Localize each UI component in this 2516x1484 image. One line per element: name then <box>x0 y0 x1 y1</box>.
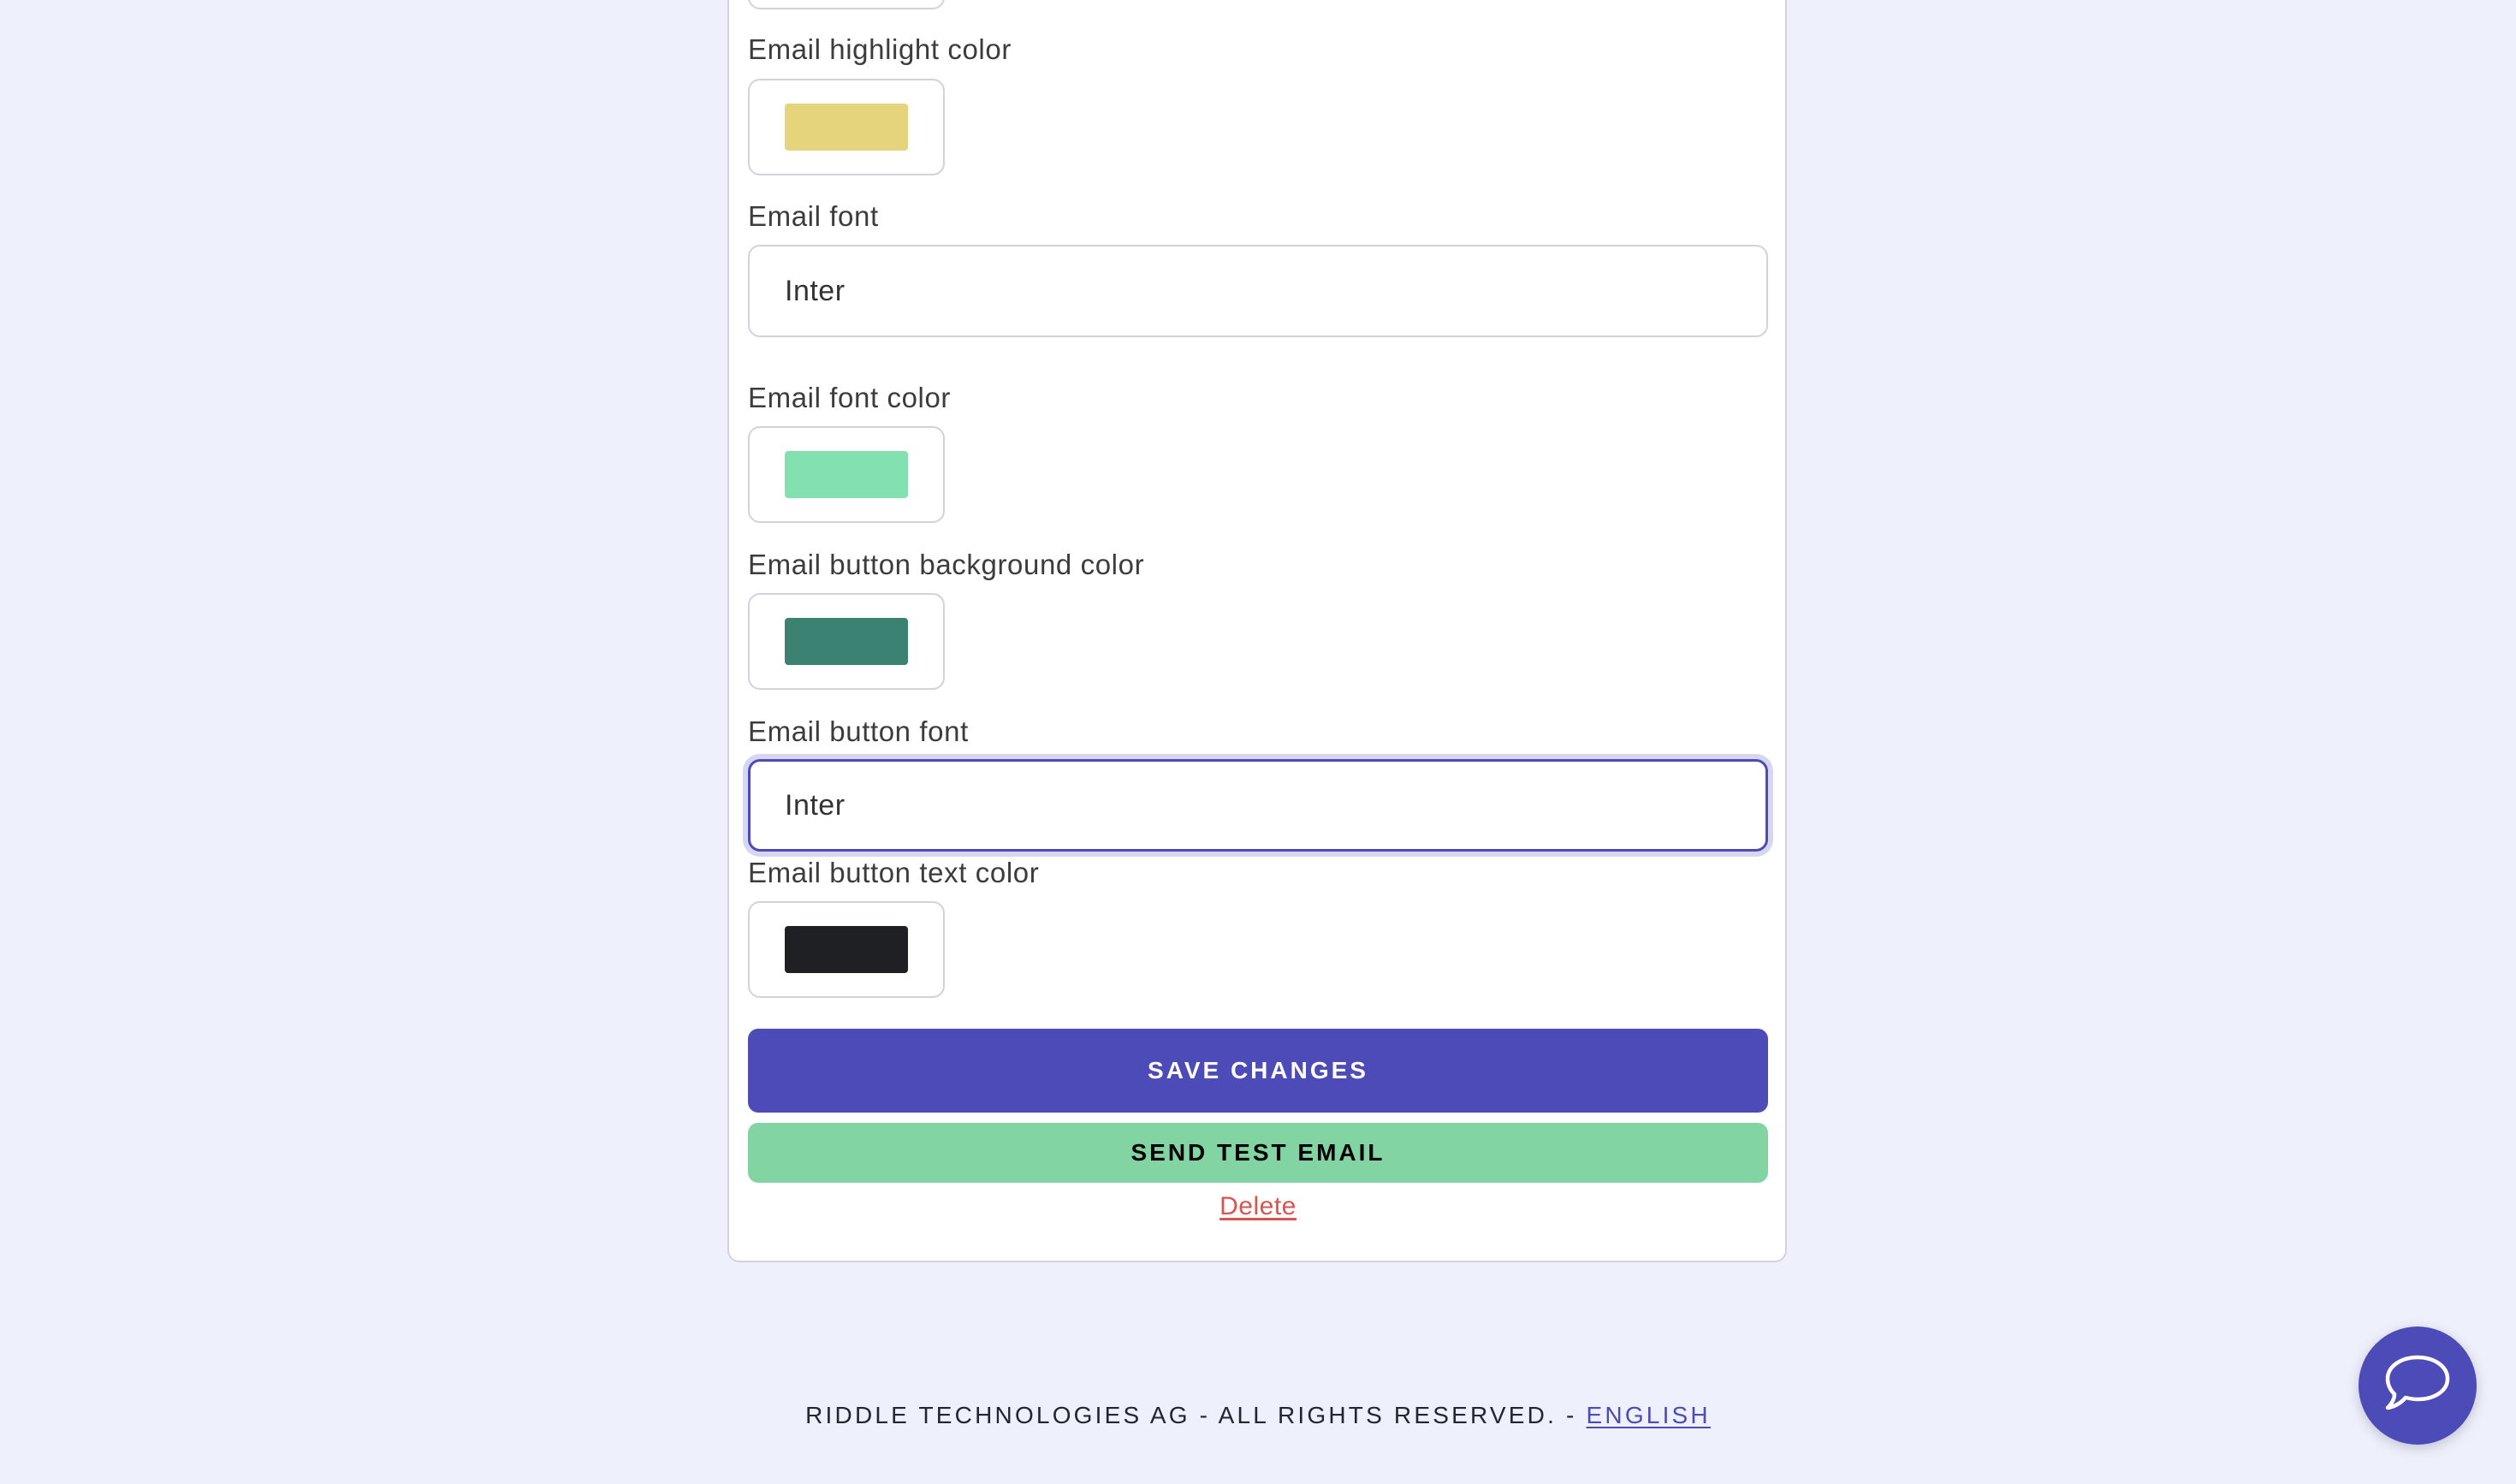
footer-copyright: RIDDLE TECHNOLOGIES AG - ALL RIGHTS RESE… <box>805 1402 1587 1428</box>
footer: RIDDLE TECHNOLOGIES AG - ALL RIGHTS RESE… <box>0 1397 2516 1434</box>
email-button-background-color-picker[interactable] <box>748 593 945 690</box>
language-link[interactable]: ENGLISH <box>1587 1402 1711 1428</box>
email-button-text-color-label: Email button text color <box>748 857 1040 888</box>
email-button-text-color-swatch <box>785 926 908 973</box>
email-highlight-color-swatch <box>785 104 908 151</box>
previous-color-picker[interactable] <box>748 0 945 9</box>
email-font-label: Email font <box>748 200 879 232</box>
email-highlight-color-label: Email highlight color <box>748 33 1012 65</box>
email-button-font-input[interactable] <box>748 759 1768 852</box>
delete-link-container: Delete <box>748 1188 1768 1226</box>
email-font-color-label: Email font color <box>748 382 952 413</box>
email-button-text-color-picker[interactable] <box>748 901 945 998</box>
email-button-background-color-label: Email button background color <box>748 549 1145 580</box>
send-test-email-button[interactable]: SEND TEST EMAIL <box>748 1123 1768 1183</box>
delete-link[interactable]: Delete <box>1219 1192 1297 1220</box>
save-changes-button[interactable]: SAVE CHANGES <box>748 1029 1768 1113</box>
chat-widget-button[interactable] <box>2359 1327 2477 1445</box>
email-button-font-label: Email button font <box>748 715 969 747</box>
email-button-background-color-swatch <box>785 618 908 665</box>
email-highlight-color-picker[interactable] <box>748 79 945 175</box>
chat-bubble-icon <box>2385 1355 2450 1410</box>
email-font-color-swatch <box>785 451 908 498</box>
email-font-input[interactable] <box>748 245 1768 337</box>
email-font-color-picker[interactable] <box>748 426 945 523</box>
